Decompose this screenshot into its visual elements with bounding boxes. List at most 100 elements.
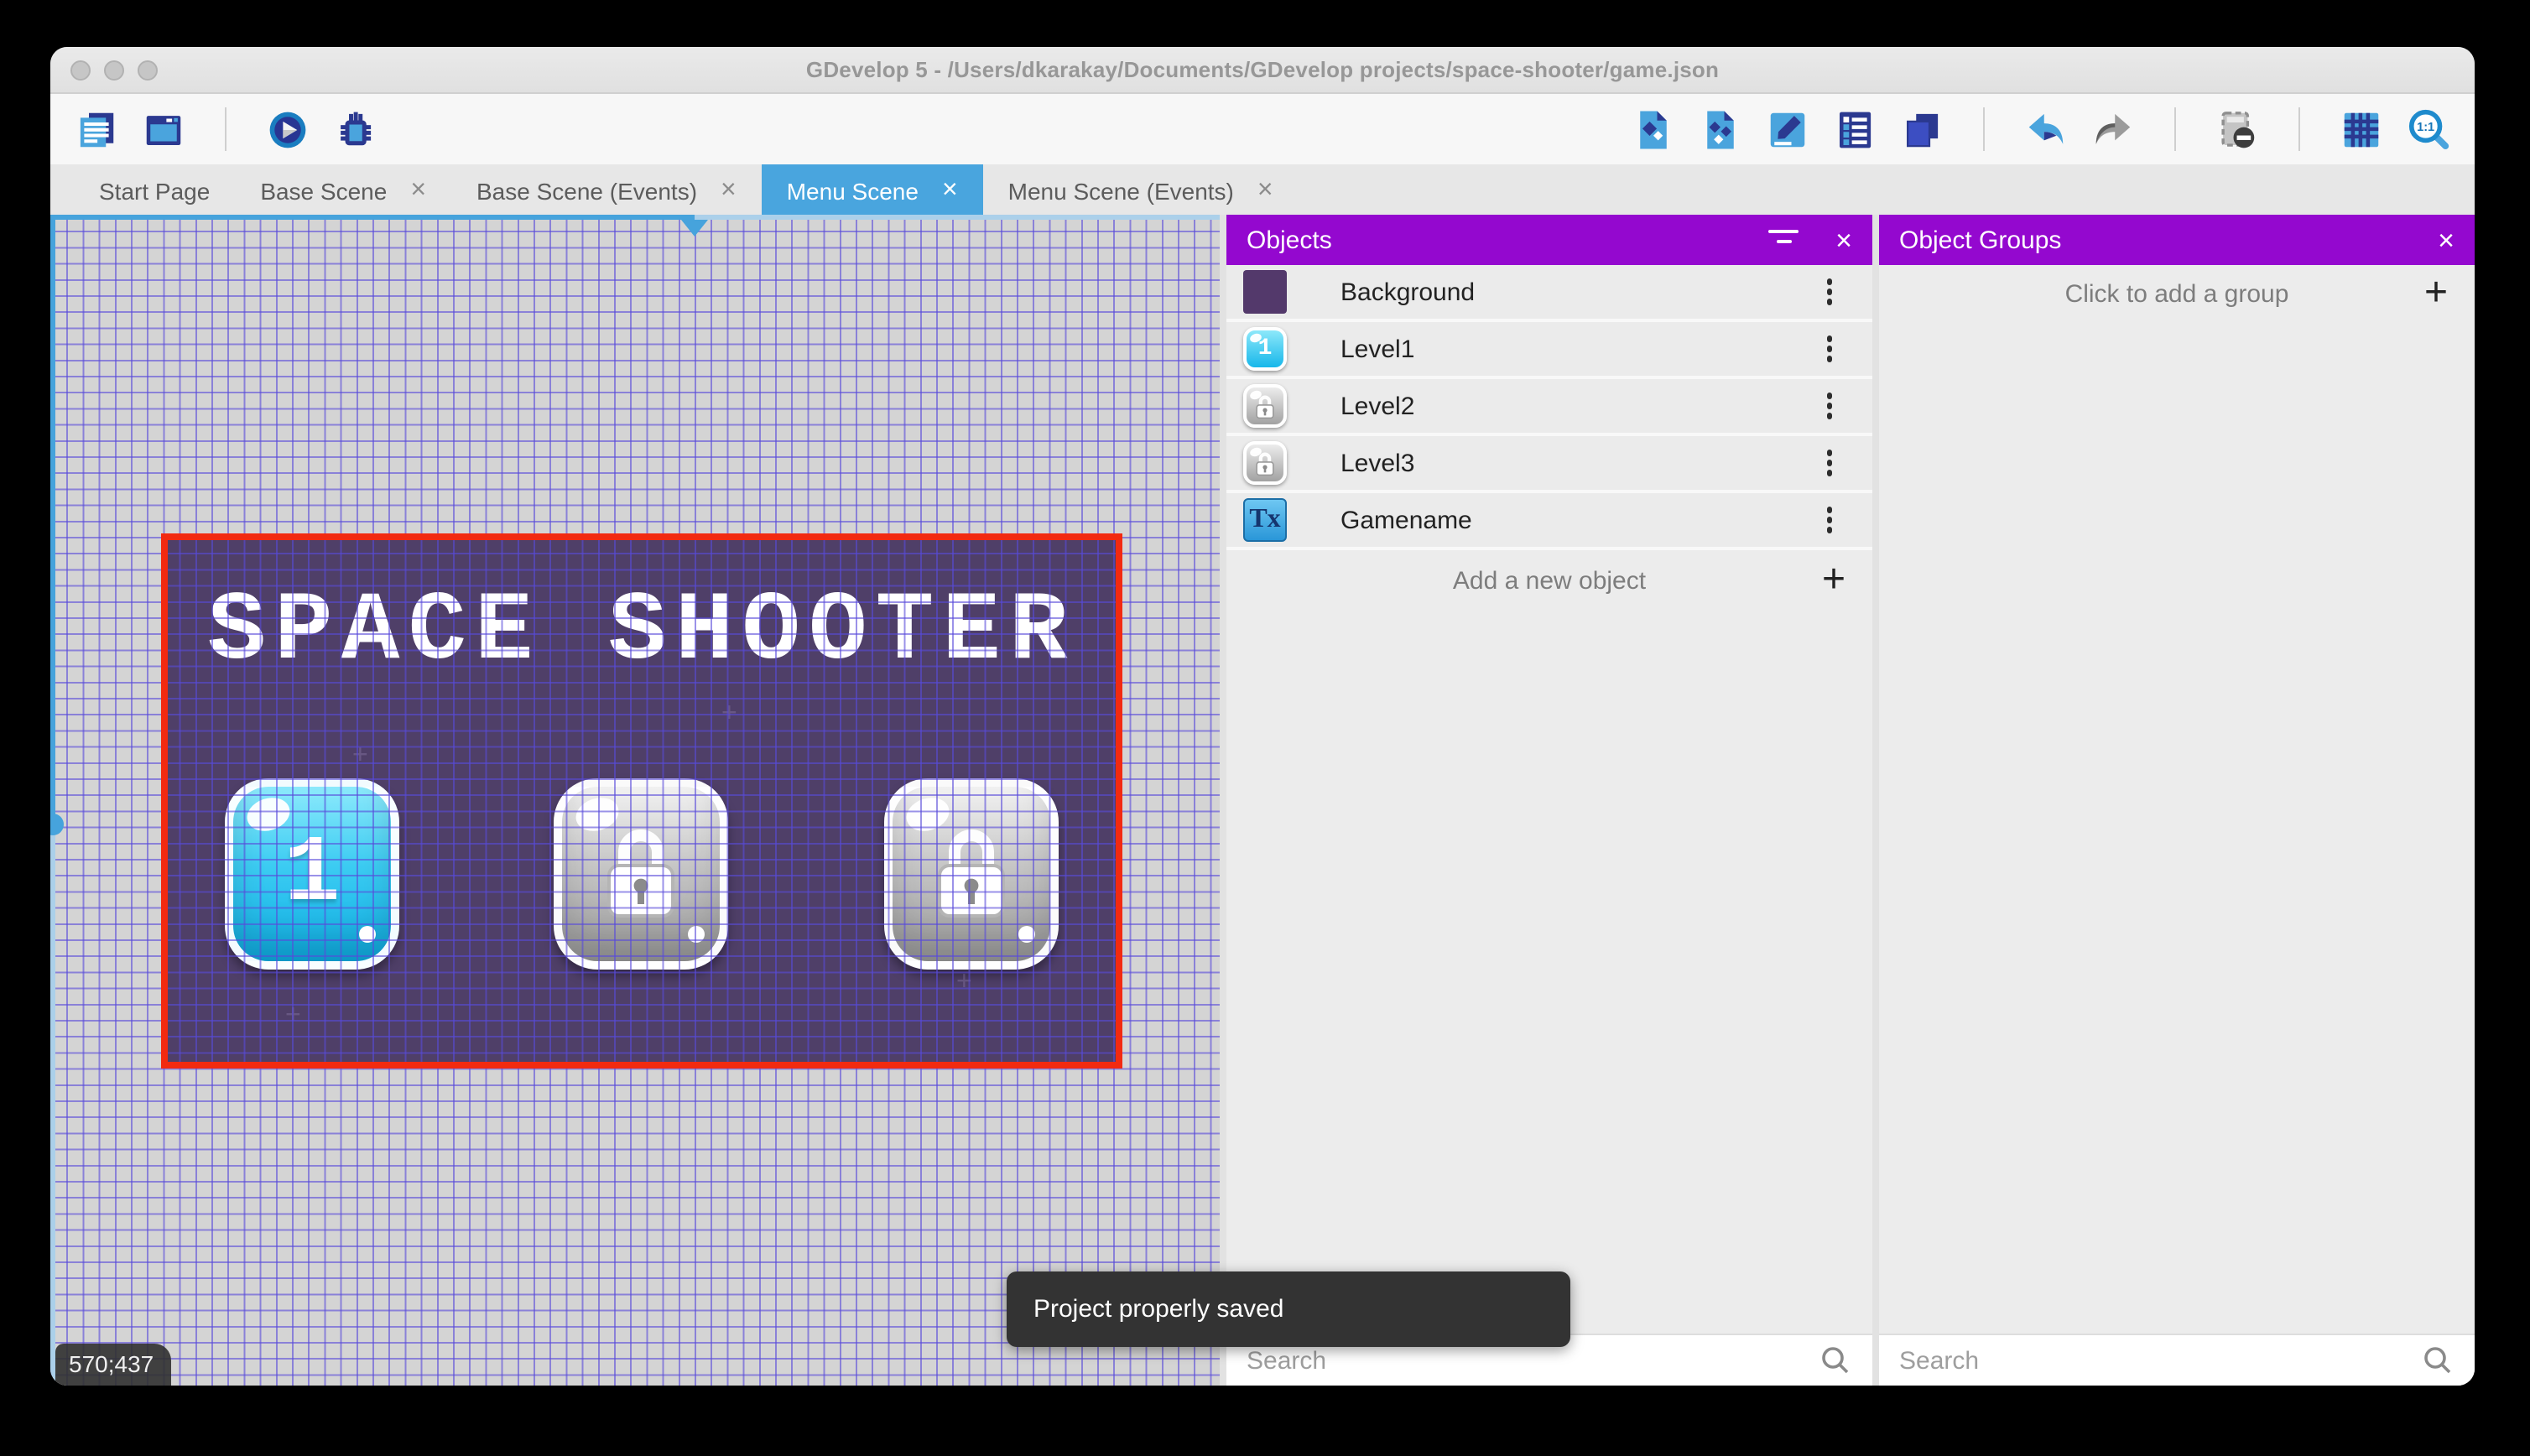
horizontal-scrollbar-handle[interactable] (681, 220, 708, 237)
lock-icon (933, 824, 1010, 921)
tab-menu-scene-events[interactable]: Menu Scene (Events) × (983, 164, 1299, 216)
object-row-level2[interactable]: Level2 (1226, 379, 1872, 436)
toolbar-separator (225, 107, 226, 151)
preview-play-icon[interactable] (265, 107, 310, 152)
object-row-level1[interactable]: 1 Level1 (1226, 322, 1872, 379)
text-object-glyph: Tx (1249, 505, 1280, 535)
close-tab-icon[interactable]: × (942, 177, 958, 204)
horizontal-scrollbar-thumb[interactable] (50, 215, 695, 220)
tab-bar: Start Page Base Scene × Base Scene (Event… (50, 164, 2475, 216)
add-group-label: Click to add a group (2065, 279, 2289, 308)
object-thumbnail (1243, 384, 1287, 428)
objects-panel-title: Objects (1247, 226, 1768, 254)
zoom-one-to-one-icon[interactable]: 1:1 (2406, 107, 2451, 152)
object-name: Gamename (1340, 506, 1819, 534)
instances-list-icon[interactable] (1832, 107, 1877, 152)
object-groups-panel-header: Object Groups × (1879, 215, 2475, 265)
panel-divider[interactable] (1872, 215, 1879, 1386)
scene-instance-level1-button[interactable]: 1 (225, 778, 399, 970)
tab-start-page[interactable]: Start Page (74, 164, 235, 216)
app-window: GDevelop 5 - /Users/dkarakay/Documents/G… (50, 47, 2475, 1386)
svg-text:1:1: 1:1 (2417, 120, 2434, 133)
object-menu-icon[interactable] (1819, 273, 1839, 312)
project-manager-icon[interactable] (74, 107, 119, 152)
groups-search-input[interactable] (1879, 1334, 2421, 1386)
objects-list: Background 1 Level1 Level2 Level3 (1226, 265, 1872, 1334)
object-name: Level2 (1340, 392, 1819, 420)
objects-editor-icon[interactable] (1631, 107, 1676, 152)
minimize-window-button[interactable] (104, 60, 124, 80)
add-group-plus-icon[interactable]: + (2424, 273, 2448, 314)
object-name: Level1 (1340, 335, 1819, 363)
object-row-background[interactable]: Background (1226, 265, 1872, 322)
panel-divider[interactable] (1220, 215, 1226, 1386)
scene-instance-level3-button[interactable] (884, 778, 1059, 970)
object-groups-panel-title: Object Groups (1899, 226, 2438, 254)
redo-icon[interactable] (2090, 107, 2136, 152)
object-groups-list: Click to add a group + (1879, 265, 2475, 1334)
title-bar: GDevelop 5 - /Users/dkarakay/Documents/G… (50, 47, 2475, 94)
tab-label: Base Scene (Events) (476, 177, 697, 204)
object-menu-icon[interactable] (1819, 501, 1839, 540)
window-title: GDevelop 5 - /Users/dkarakay/Documents/G… (806, 57, 1719, 82)
tab-label: Menu Scene (787, 177, 919, 204)
properties-icon[interactable] (1765, 107, 1810, 152)
object-thumbnail (1243, 270, 1287, 314)
tab-label: Base Scene (260, 177, 387, 204)
add-object-label: Add a new object (1453, 566, 1646, 595)
sparkle: + (285, 1001, 301, 1032)
object-row-level3[interactable]: Level3 (1226, 436, 1872, 493)
toolbar-left-group (74, 107, 377, 152)
traffic-lights (70, 60, 158, 80)
close-icon[interactable]: × (2438, 226, 2455, 254)
layers-icon[interactable] (1899, 107, 1944, 152)
toolbar-separator (2298, 107, 2300, 151)
add-object-row[interactable]: Add a new object + (1226, 550, 1872, 611)
sparkle: + (956, 968, 972, 998)
object-menu-icon[interactable] (1819, 387, 1839, 426)
search-icon (1819, 1344, 1852, 1377)
cursor-coordinates-badge: 570;437 (55, 1344, 170, 1386)
tab-label: Menu Scene (Events) (1008, 177, 1234, 204)
close-window-button[interactable] (70, 60, 91, 80)
grid-icon[interactable] (2339, 107, 2384, 152)
close-tab-icon[interactable]: × (721, 177, 737, 204)
scene-instance-gamename-text[interactable]: SPACE SHOOTER (168, 580, 1116, 688)
scene-editor-canvas[interactable]: SPACE SHOOTER 1 (50, 215, 1220, 1386)
toolbar-right-group: 1:1 (1631, 107, 2451, 152)
vertical-scrollbar-handle[interactable] (50, 814, 64, 835)
tab-label: Start Page (99, 177, 210, 204)
button-gloss-dot (359, 926, 376, 943)
object-menu-icon[interactable] (1819, 330, 1839, 369)
search-icon (2421, 1344, 2455, 1377)
vertical-scrollbar-thumb[interactable] (50, 215, 55, 825)
close-icon[interactable]: × (1835, 226, 1852, 254)
screen: GDevelop 5 - /Users/dkarakay/Documents/G… (0, 0, 2530, 1456)
close-tab-icon[interactable]: × (410, 177, 426, 204)
window-mask-icon[interactable] (2215, 107, 2260, 152)
object-thumbnail (1243, 441, 1287, 485)
object-row-gamename[interactable]: Tx Gamename (1226, 493, 1872, 550)
main-toolbar: 1:1 (50, 94, 2475, 164)
objects-panel-header: Objects × (1226, 215, 1872, 265)
game-scene-preview: SPACE SHOOTER 1 (168, 540, 1116, 1062)
lock-icon (602, 824, 679, 921)
sparkle: + (352, 741, 368, 772)
object-groups-panel: Object Groups × Click to add a group + (1879, 215, 2475, 1386)
groups-search-bar (1879, 1334, 2475, 1386)
tab-base-scene[interactable]: Base Scene × (235, 164, 451, 216)
object-menu-icon[interactable] (1819, 444, 1839, 483)
undo-icon[interactable] (2023, 107, 2069, 152)
tab-menu-scene[interactable]: Menu Scene × (762, 164, 983, 216)
tab-base-scene-events[interactable]: Base Scene (Events) × (451, 164, 762, 216)
debug-icon[interactable] (332, 107, 377, 152)
add-group-row[interactable]: Click to add a group + (1879, 265, 2475, 322)
object-groups-editor-icon[interactable] (1698, 107, 1743, 152)
sparkle: + (721, 699, 737, 730)
scene-instance-level2-button[interactable] (554, 778, 728, 970)
zoom-window-button[interactable] (138, 60, 158, 80)
filter-icon[interactable] (1768, 230, 1799, 250)
add-object-plus-icon[interactable]: + (1822, 560, 1845, 601)
scene-window-icon[interactable] (141, 107, 186, 152)
close-tab-icon[interactable]: × (1257, 177, 1273, 204)
